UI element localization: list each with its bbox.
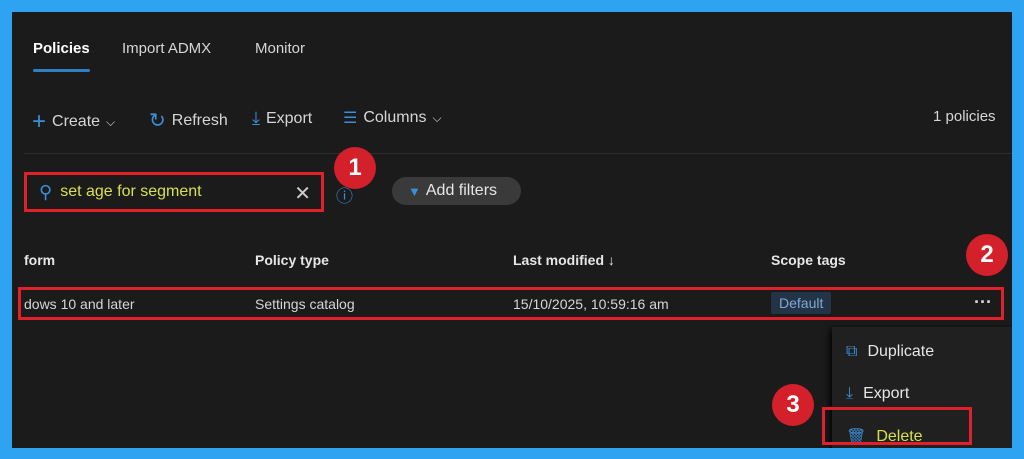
active-tab-indicator — [33, 69, 90, 72]
scope-tag-badge: Default — [771, 292, 832, 314]
chevron-down-icon: ⌵ — [106, 114, 116, 129]
refresh-button[interactable]: ↻ Refresh — [149, 108, 228, 133]
column-header-scope-tags[interactable]: Scope tags — [771, 252, 846, 268]
tab-monitor[interactable]: Monitor — [255, 40, 305, 57]
clear-search-icon[interactable]: ✕ — [294, 181, 311, 206]
policies-panel: Policies Import ADMX Monitor + Create ⌵ ↻ R… — [12, 12, 1012, 448]
cell-policy-type: Settings catalog — [255, 296, 355, 312]
delete-highlight — [822, 407, 972, 445]
callout-1: 1 — [334, 147, 376, 189]
cell-last-modified: 15/10/2025, 10:59:16 am — [513, 296, 669, 312]
cell-platform: dows 10 and later — [24, 296, 135, 312]
download-icon: ⤓ — [846, 385, 854, 402]
refresh-icon: ↻ — [149, 110, 166, 132]
search-input[interactable]: ⚲ set age for segment ✕ — [24, 172, 324, 212]
more-options-button[interactable]: ··· — [974, 292, 992, 313]
columns-icon: ☰ — [343, 110, 358, 127]
callout-2: 2 — [966, 234, 1008, 276]
export-label: Export — [265, 109, 313, 127]
add-filters-label: Add filters — [425, 182, 498, 199]
chevron-down-icon: ⌵ — [432, 110, 442, 125]
column-header-platform[interactable]: form — [24, 252, 55, 268]
plus-icon: + — [32, 108, 47, 135]
columns-label: Columns — [363, 109, 427, 126]
policy-count: 1 policies — [933, 108, 996, 125]
column-header-policy-type[interactable]: Policy type — [255, 252, 329, 268]
callout-3: 3 — [772, 384, 814, 426]
search-value: set age for segment — [60, 183, 202, 200]
filter-icon: ▼ — [408, 183, 421, 199]
tab-import-admx[interactable]: Import ADMX — [122, 40, 211, 57]
columns-button[interactable]: ☰ Columns ⌵ — [343, 108, 442, 128]
duplicate-label: Duplicate — [867, 343, 935, 360]
table-row[interactable] — [18, 287, 1004, 320]
export-button[interactable]: ⤓ Export — [252, 108, 312, 129]
column-header-last-modified[interactable]: Last modified ↓ — [513, 252, 615, 268]
search-icon: ⚲ — [39, 181, 53, 202]
divider — [24, 153, 1012, 154]
duplicate-icon: ⧉ — [846, 343, 858, 360]
add-filters-button[interactable]: ▼ Add filters — [392, 177, 521, 205]
tab-policies[interactable]: Policies — [33, 40, 90, 57]
download-icon: ⤓ — [252, 108, 260, 128]
create-label: Create — [52, 113, 101, 130]
export-menu-label: Export — [863, 385, 910, 402]
refresh-label: Refresh — [171, 111, 228, 129]
menu-item-duplicate[interactable]: ⧉ Duplicate — [846, 343, 934, 361]
menu-item-export[interactable]: ⤓ Export — [846, 385, 909, 403]
create-button[interactable]: + Create ⌵ — [32, 108, 115, 136]
